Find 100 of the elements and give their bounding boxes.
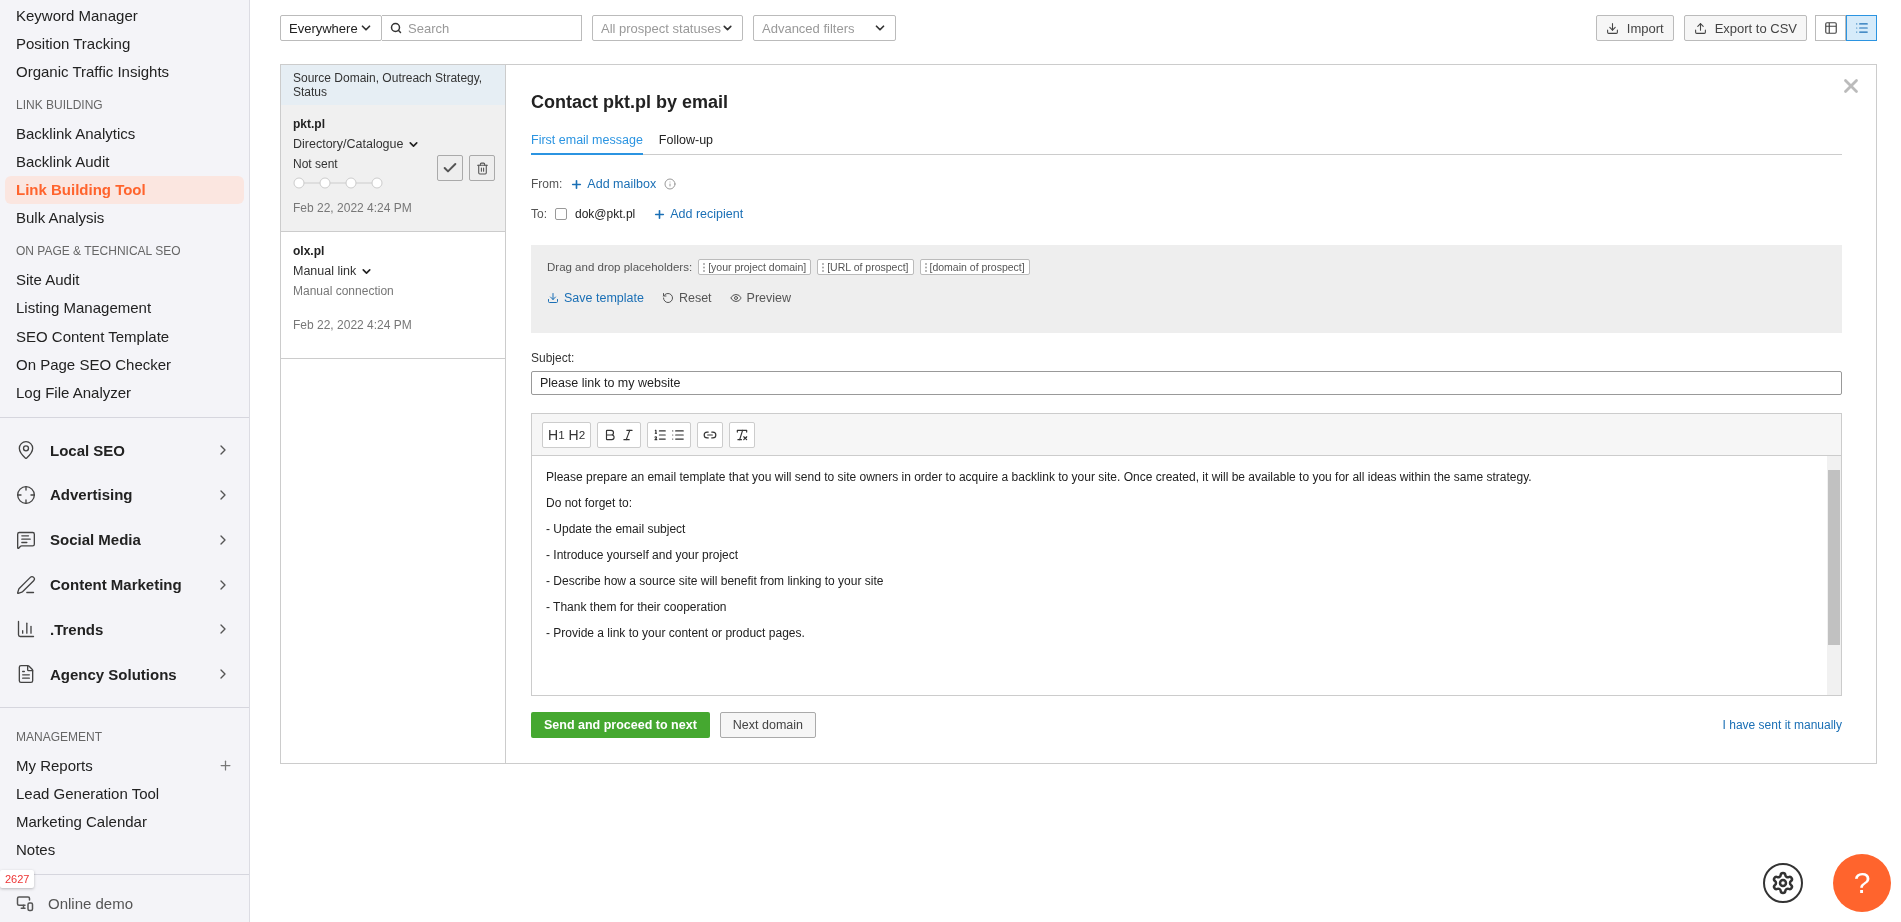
add-mailbox-link[interactable]: Add mailbox bbox=[570, 177, 657, 191]
body-paragraph: Do not forget to: bbox=[546, 496, 634, 510]
list-view-button[interactable] bbox=[1846, 15, 1877, 41]
list-icon bbox=[1854, 21, 1869, 35]
plus-icon bbox=[653, 207, 667, 221]
sidebar-item[interactable]: SEO Content Template bbox=[5, 321, 244, 351]
undo-icon bbox=[661, 292, 674, 304]
gear-icon bbox=[1771, 871, 1795, 895]
sidebar-item[interactable]: Position Tracking bbox=[5, 29, 244, 58]
template-action-link[interactable]: Reset bbox=[661, 291, 712, 305]
settings-button[interactable] bbox=[1763, 863, 1803, 903]
date-text: Feb 22, 2022 4:24 PM bbox=[293, 318, 412, 332]
next-domain-button[interactable]: Next domain bbox=[719, 712, 816, 738]
status-text: Not sent bbox=[293, 157, 338, 171]
body-paragraph: - Thank them for their cooperation bbox=[546, 600, 728, 614]
placeholders-label: Drag and drop placeholders: bbox=[547, 261, 693, 273]
bold-button[interactable] bbox=[603, 427, 618, 442]
body-paragraph: - Update the email subject bbox=[546, 522, 687, 536]
search-icon bbox=[390, 22, 402, 34]
tab[interactable]: Follow-up bbox=[658, 133, 714, 155]
plus-icon bbox=[570, 177, 584, 191]
to-label: To: bbox=[531, 207, 547, 221]
sidebar-item[interactable]: Log File Analyzer bbox=[5, 378, 244, 407]
placeholder-chip[interactable]: [URL of prospect] bbox=[817, 259, 914, 275]
bar-chart-icon bbox=[16, 619, 36, 640]
section-heading: ON PAGE & TECHNICAL SEO bbox=[15, 243, 182, 261]
eye-icon bbox=[729, 292, 742, 304]
progress-steps-icon bbox=[293, 177, 385, 189]
add-recipient-link[interactable]: Add recipient bbox=[653, 207, 744, 221]
check-button[interactable] bbox=[437, 155, 463, 181]
strategy-dropdown[interactable]: Directory/Catalogue bbox=[293, 137, 404, 151]
chat-bubble-icon bbox=[16, 529, 36, 550]
sidebar-group[interactable]: Social Media bbox=[50, 531, 201, 549]
scope-dropdown[interactable]: Everywhere bbox=[280, 15, 382, 41]
sidebar-group[interactable]: Agency Solutions bbox=[50, 665, 201, 683]
add-icon[interactable] bbox=[218, 757, 233, 773]
body-paragraph: - Describe how a source site will benefit from linking to your site bbox=[546, 574, 885, 588]
template-action-link[interactable]: Preview bbox=[729, 291, 792, 305]
sidebar-item[interactable]: Backlink Analytics bbox=[5, 119, 244, 148]
pencil-icon bbox=[16, 574, 36, 595]
sidebar-item[interactable]: Notes bbox=[5, 835, 244, 864]
import-button[interactable]: Import bbox=[1595, 15, 1674, 41]
placeholder-chip[interactable]: [your project domain] bbox=[698, 259, 812, 275]
body-paragraph: - Introduce yourself and your project bbox=[546, 548, 740, 562]
numbered-list-button[interactable] bbox=[653, 427, 668, 442]
dialog-title: Contact pkt.pl by email bbox=[531, 92, 730, 113]
online-demo-link[interactable]: Online demo bbox=[48, 894, 134, 912]
clear-format-button[interactable] bbox=[735, 427, 750, 442]
sent-manually-link[interactable]: I have sent it manually bbox=[1722, 718, 1842, 732]
prospect-row[interactable]: pkt.pl Directory/Catalogue Not sent Feb 22, 2022 4:24 PM bbox=[281, 105, 505, 232]
delete-button[interactable] bbox=[469, 155, 495, 181]
sidebar-group[interactable]: Advertising bbox=[50, 486, 201, 504]
sidebar-group[interactable]: Local SEO bbox=[50, 441, 201, 459]
map-pin-icon bbox=[16, 440, 36, 461]
sidebar-item[interactable]: Bulk Analysis bbox=[5, 203, 244, 233]
sidebar-item[interactable]: Listing Management bbox=[5, 293, 244, 322]
upload-icon bbox=[1693, 21, 1707, 35]
sidebar-item[interactable]: Backlink Audit bbox=[5, 147, 244, 176]
bullet-list-button[interactable] bbox=[671, 427, 686, 442]
document-icon bbox=[16, 664, 36, 685]
sidebar-item[interactable]: Keyword Manager bbox=[5, 1, 244, 30]
download-icon bbox=[1605, 21, 1619, 35]
monitor-icon bbox=[16, 894, 34, 913]
domain-text: pkt.pl bbox=[293, 117, 326, 131]
section-heading: LINK BUILDING bbox=[15, 97, 104, 115]
download-icon bbox=[547, 292, 559, 304]
from-label: From: bbox=[531, 177, 563, 191]
trash-icon bbox=[475, 161, 489, 175]
sidebar-item[interactable]: My Reports bbox=[5, 750, 244, 780]
placeholder-chip[interactable]: [domain of prospect] bbox=[919, 259, 1030, 275]
crosshair-icon bbox=[16, 484, 36, 505]
body-paragraph: Please prepare an email template that you will send to site owners in order to acquire a backlink to your site. Once created, it will be available to you for all ideas within the same strategy. bbox=[546, 470, 1533, 484]
recipient-checkbox[interactable] bbox=[555, 208, 567, 220]
sidebar-item[interactable]: Lead Generation Tool bbox=[5, 779, 244, 808]
export-button[interactable]: Export to CSV bbox=[1683, 15, 1807, 41]
sidebar-item[interactable]: Site Audit bbox=[5, 265, 244, 294]
date-text: Feb 22, 2022 4:24 PM bbox=[293, 201, 412, 215]
table-icon bbox=[1823, 21, 1838, 35]
count-badge: 2627 bbox=[0, 870, 35, 888]
section-heading: MANAGEMENT bbox=[15, 728, 103, 746]
table-view-button[interactable] bbox=[1815, 15, 1846, 41]
sidebar-item[interactable]: Marketing Calendar bbox=[5, 807, 244, 836]
scrollbar[interactable] bbox=[1827, 456, 1841, 695]
template-action-link[interactable]: Save template bbox=[547, 291, 644, 305]
body-paragraph: - Provide a link to your content or product pages. bbox=[546, 626, 806, 640]
domain-text: olx.pl bbox=[293, 244, 326, 258]
subject-label: Subject: bbox=[531, 351, 576, 365]
sidebar-group[interactable]: .Trends bbox=[50, 620, 201, 638]
strategy-dropdown[interactable]: Manual link bbox=[293, 264, 357, 278]
grip-icon bbox=[822, 262, 825, 272]
sidebar-item[interactable]: Organic Traffic Insights bbox=[5, 57, 244, 86]
grip-icon bbox=[703, 262, 706, 272]
subject-input[interactable]: Please link to my website bbox=[531, 371, 1842, 395]
sidebar-group[interactable]: Content Marketing bbox=[50, 576, 201, 593]
sidebar-item[interactable]: On Page SEO Checker bbox=[5, 350, 244, 379]
grip-icon bbox=[924, 262, 927, 272]
italic-button[interactable] bbox=[621, 427, 636, 442]
recipient-email: dok@pkt.pl bbox=[575, 207, 636, 221]
search-field[interactable]: Search bbox=[382, 15, 582, 41]
list-header: Source Domain, Outreach Strategy, Status bbox=[281, 65, 505, 105]
